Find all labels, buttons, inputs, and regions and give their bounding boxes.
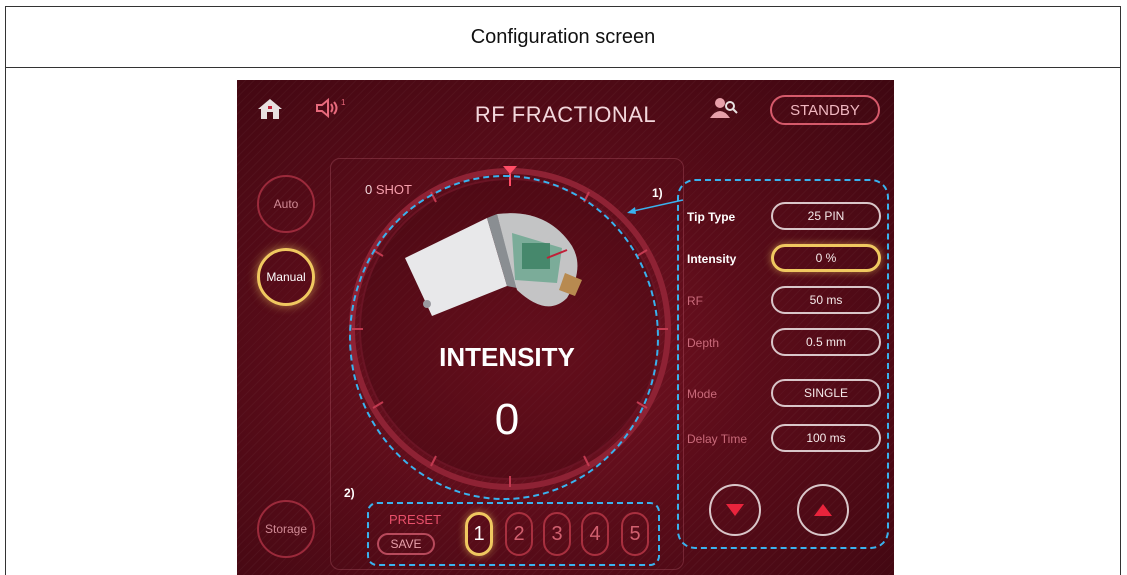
caption: Configuration screen [6,7,1120,68]
setting-value-tip-type[interactable]: 25 PIN [771,202,881,230]
settings-annotation-outline [677,179,889,549]
preset-1-button[interactable]: 1 [465,512,493,556]
setting-label-depth: Depth [687,336,720,350]
top-bar: 1 RF FRACTIONAL STANDBY [237,80,894,138]
auto-button[interactable]: Auto [257,175,315,233]
setting-value-delay-time[interactable]: 100 ms [771,424,881,452]
manual-button[interactable]: Manual [257,248,315,306]
setting-label-mode: Mode [687,387,718,401]
preset-4-button[interactable]: 4 [581,512,609,556]
setting-label-delay-time: Delay Time [687,432,748,446]
preset-label: PRESET [389,512,442,527]
up-arrow-icon [814,504,832,516]
setting-label-tip-type: Tip Type [687,210,736,224]
standby-button[interactable]: STANDBY [770,95,880,125]
setting-value-depth[interactable]: 0.5 mm [771,328,881,356]
device-screen: 1 RF FRACTIONAL STANDBY Auto Manual Stor… [237,80,894,575]
preset-save-button[interactable]: SAVE [377,533,435,555]
annotation-arrow [627,199,684,214]
preset-3-button[interactable]: 3 [543,512,571,556]
preset-5-button[interactable]: 5 [621,512,649,556]
storage-button[interactable]: Storage [257,500,315,558]
decrease-button[interactable] [709,484,761,536]
user-search-icon[interactable] [709,96,739,120]
increase-button[interactable] [797,484,849,536]
preset-2-button[interactable]: 2 [505,512,533,556]
down-arrow-icon [726,504,744,516]
setting-value-intensity[interactable]: 0 % [771,244,881,272]
setting-label-intensity: Intensity [687,252,737,266]
setting-value-rf[interactable]: 50 ms [771,286,881,314]
dial-annotation-outline [349,175,659,500]
annotation-label-2: 2) [344,486,355,500]
setting-label-rf: RF [687,294,703,308]
setting-value-mode[interactable]: SINGLE [771,379,881,407]
